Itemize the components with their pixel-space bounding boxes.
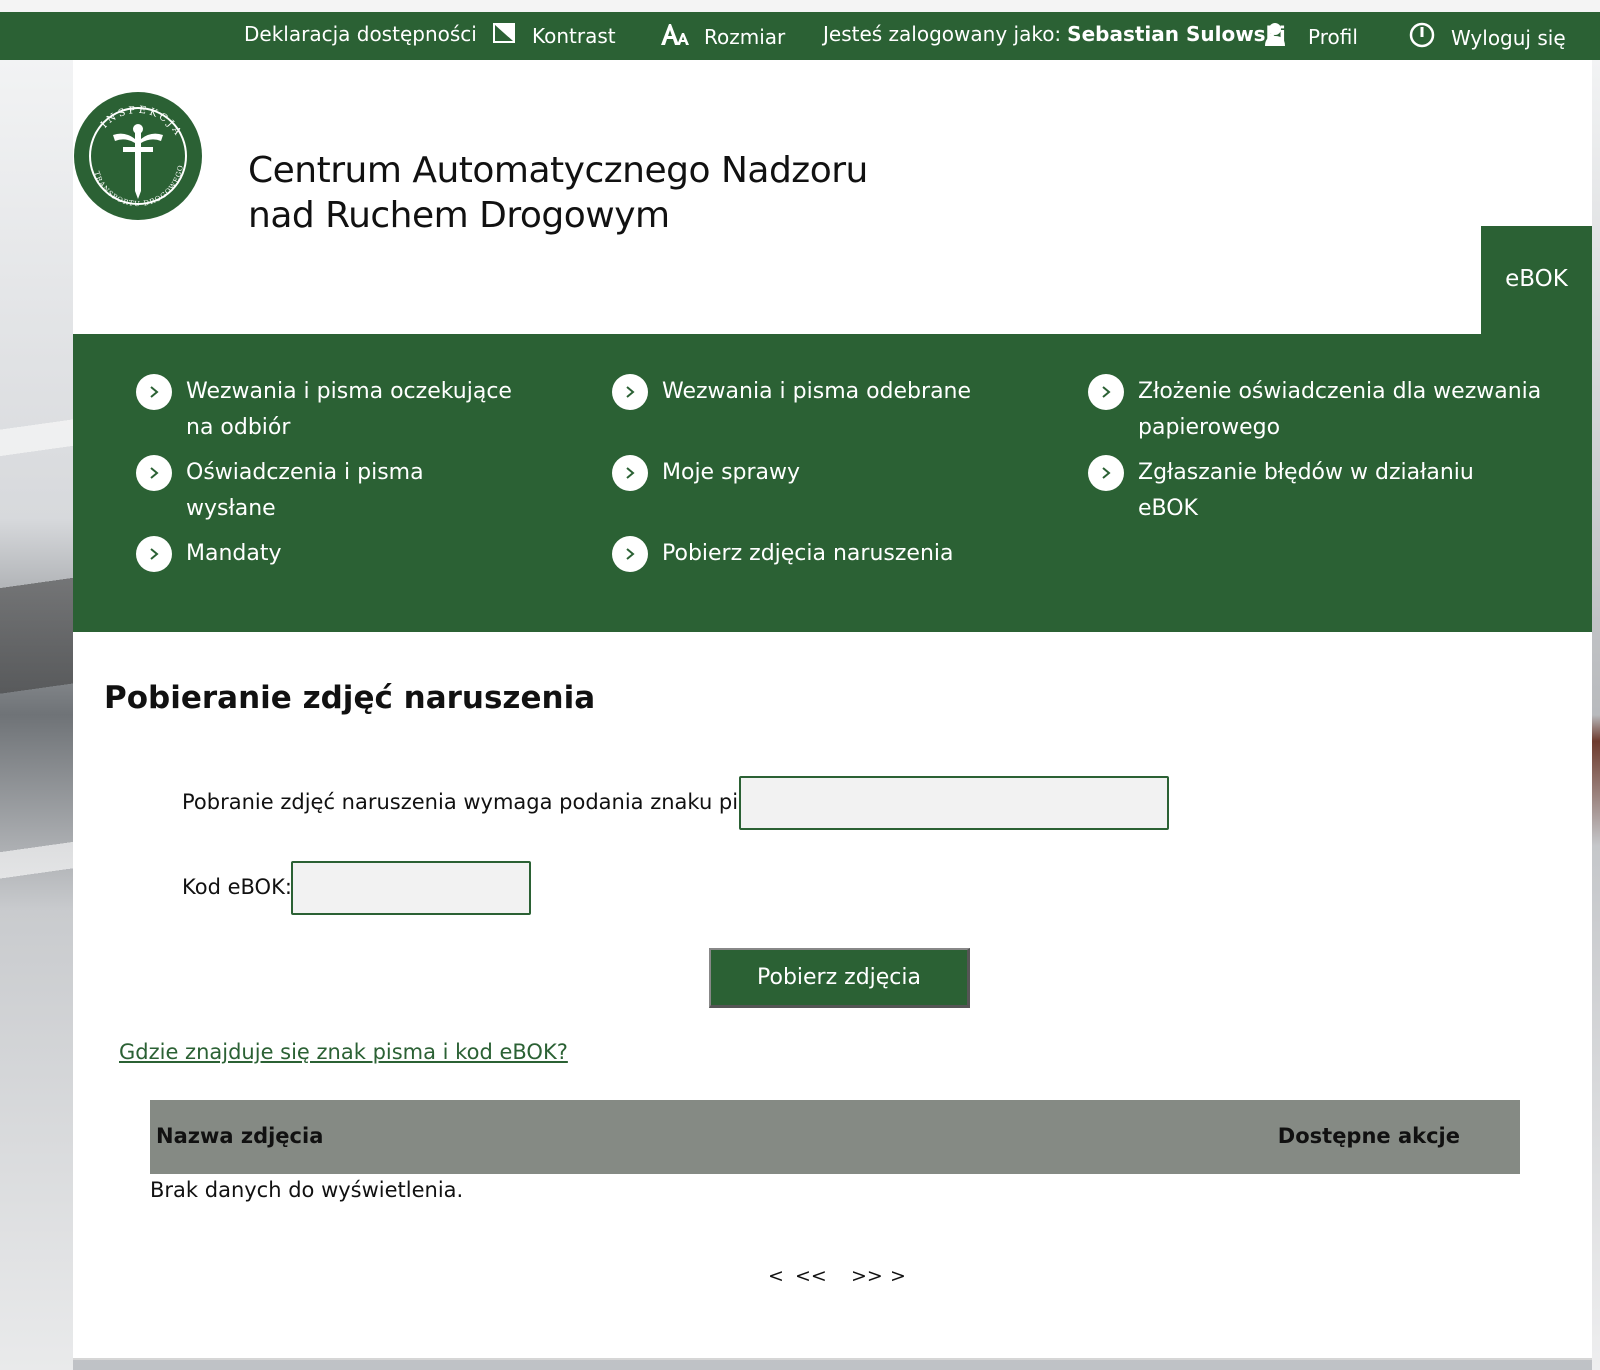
menu-item-label: Zgłaszanie błędów w działaniu eBOK bbox=[1138, 460, 1474, 521]
menu-item-label: Wezwania i pisma odebrane bbox=[662, 379, 972, 404]
site-title-line1: Centrum Automatycznego Nadzoru bbox=[248, 150, 868, 191]
menu-item-pending-letters[interactable]: Wezwania i pisma oczekujące na odbiór bbox=[136, 374, 516, 446]
tab-ebok-label: eBOK bbox=[1505, 266, 1568, 292]
table-empty-message: Brak danych do wyświetlenia. bbox=[150, 1178, 464, 1202]
menu-item-label: Mandaty bbox=[186, 541, 282, 566]
menu-item-label: Złożenie oświadczenia dla wezwania papier… bbox=[1138, 379, 1542, 440]
chevron-right-icon bbox=[136, 536, 172, 572]
chevron-right-icon bbox=[136, 455, 172, 491]
font-size-label: Rozmiar bbox=[704, 24, 786, 49]
profile-label: Profil bbox=[1308, 24, 1358, 49]
menu-item-paper-statement[interactable]: Złożenie oświadczenia dla wezwania papier… bbox=[1088, 374, 1548, 446]
accessibility-link[interactable]: Deklaracja dostępności bbox=[244, 22, 477, 46]
tab-ebok[interactable]: eBOK bbox=[1481, 226, 1592, 334]
menu-item-label: Wezwania i pisma oczekujące na odbiór bbox=[186, 379, 512, 440]
chevron-right-icon bbox=[1088, 374, 1124, 410]
pager-first-button[interactable]: << bbox=[795, 1265, 827, 1287]
chevron-right-icon bbox=[612, 455, 648, 491]
accessibility-label: Deklaracja dostępności bbox=[244, 22, 477, 46]
letter-sign-label: Pobranie zdjęć naruszenia wymaga podania… bbox=[182, 790, 790, 814]
menu-item-my-cases[interactable]: Moje sprawy bbox=[612, 455, 992, 491]
logout-button[interactable]: Wyloguj się bbox=[1409, 22, 1566, 53]
site-title-line2: nad Ruchem Drogowym bbox=[248, 195, 670, 236]
contrast-button[interactable]: Kontrast bbox=[492, 22, 616, 49]
user-name: Sebastian Sulowski bbox=[1067, 22, 1286, 46]
ebok-code-label: Kod eBOK: bbox=[182, 875, 292, 899]
logout-label: Wyloguj się bbox=[1451, 25, 1566, 50]
menu-item-tickets[interactable]: Mandaty bbox=[136, 536, 516, 572]
contrast-icon bbox=[492, 22, 516, 49]
user-icon bbox=[1264, 22, 1286, 51]
help-link[interactable]: Gdzie znajduje się znak pisma i kod eBOK… bbox=[119, 1040, 568, 1064]
column-actions: Dostępne akcje bbox=[1277, 1124, 1460, 1148]
profile-link[interactable]: Profil bbox=[1264, 22, 1358, 51]
background-photo bbox=[0, 60, 73, 1370]
letter-sign-input[interactable] bbox=[739, 776, 1169, 830]
chevron-right-icon bbox=[612, 536, 648, 572]
site-title: Centrum Automatycznego Nadzoru nad Ruche… bbox=[248, 148, 868, 238]
top-bar: Deklaracja dostępności Kontrast Rozmiar … bbox=[0, 0, 1600, 60]
logged-as-label: Jesteś zalogowany jako: bbox=[823, 22, 1062, 46]
photos-table-header: Nazwa zdjęcia Dostępne akcje bbox=[150, 1100, 1520, 1174]
menu-item-received-letters[interactable]: Wezwania i pisma odebrane bbox=[612, 374, 992, 410]
logged-user-info: Jesteś zalogowany jako: Sebastian Sulows… bbox=[823, 22, 1286, 46]
column-photo-name: Nazwa zdjęcia bbox=[156, 1124, 324, 1148]
pager-prev-button[interactable]: < bbox=[768, 1265, 784, 1287]
main-panel: INSPEKCJA TRANSPORTU DROGOWEGO Centrum A… bbox=[73, 60, 1592, 1360]
ebok-menu: Wezwania i pisma oczekujące na odbiór Wez… bbox=[73, 334, 1592, 632]
ebok-code-input[interactable] bbox=[291, 861, 531, 915]
font-size-icon bbox=[660, 22, 690, 51]
page-title: Pobieranie zdjęć naruszenia bbox=[104, 680, 596, 716]
menu-item-download-photos[interactable]: Pobierz zdjęcia naruszenia bbox=[612, 536, 992, 572]
menu-item-label: Oświadczenia i pisma wysłane bbox=[186, 460, 424, 521]
itd-logo[interactable]: INSPEKCJA TRANSPORTU DROGOWEGO bbox=[73, 91, 203, 221]
menu-item-label: Moje sprawy bbox=[662, 460, 801, 485]
pager-last-button[interactable]: >> bbox=[851, 1265, 883, 1287]
background-photo-right bbox=[1592, 60, 1600, 1370]
menu-item-label: Pobierz zdjęcia naruszenia bbox=[662, 541, 954, 566]
chevron-right-icon bbox=[136, 374, 172, 410]
pager-next-button[interactable]: > bbox=[890, 1265, 906, 1287]
power-icon bbox=[1409, 22, 1435, 53]
contrast-label: Kontrast bbox=[532, 23, 616, 48]
download-photos-button[interactable]: Pobierz zdjęcia bbox=[709, 948, 970, 1008]
menu-item-sent-statements[interactable]: Oświadczenia i pisma wysłane bbox=[136, 455, 516, 527]
font-size-button[interactable]: Rozmiar bbox=[660, 22, 785, 51]
chevron-right-icon bbox=[1088, 455, 1124, 491]
menu-item-report-errors[interactable]: Zgłaszanie błędów w działaniu eBOK bbox=[1088, 455, 1548, 527]
chevron-right-icon bbox=[612, 374, 648, 410]
